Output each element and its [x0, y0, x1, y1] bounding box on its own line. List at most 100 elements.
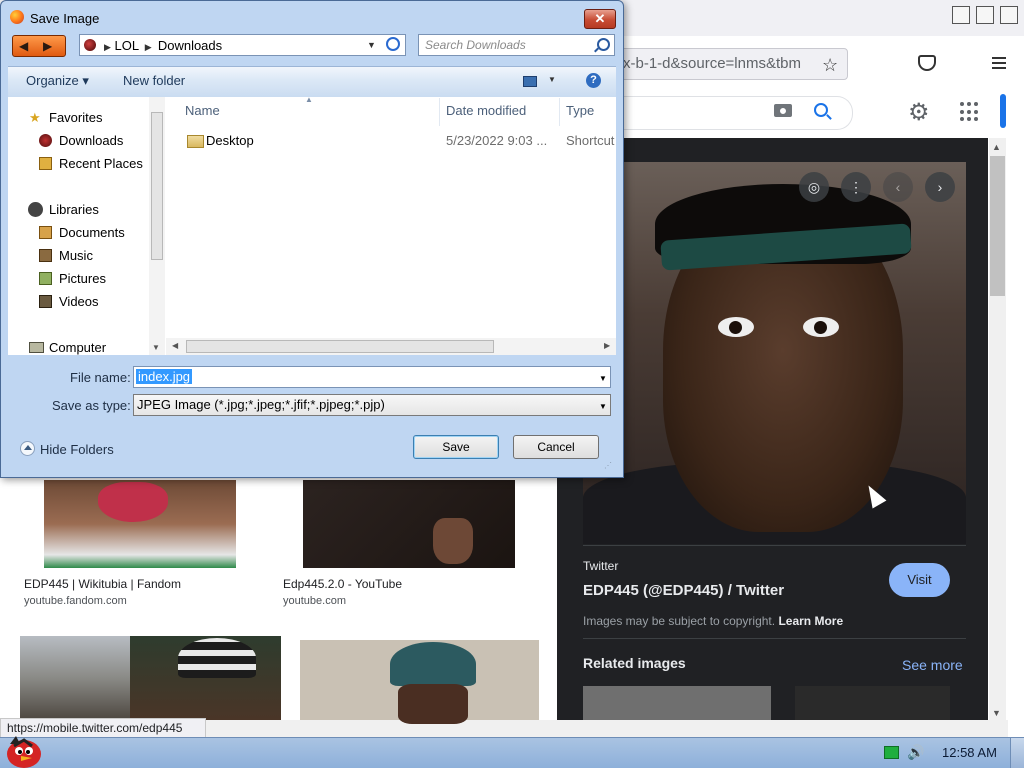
url-bar[interactable]: x-b-1-d&source=lnms&tbm — [610, 48, 848, 80]
breadcrumb-item[interactable]: LOL — [115, 38, 139, 53]
file-date: 5/23/2022 9:03 ... — [446, 133, 548, 148]
source-label: Twitter — [583, 559, 619, 573]
save-as-type-value: JPEG Image (*.jpg;*.jpeg;*.jfif;*.pjpeg;… — [137, 397, 385, 412]
result-thumbnail[interactable] — [130, 636, 281, 720]
learn-more-link[interactable]: Learn More — [778, 614, 843, 628]
close-window-button[interactable] — [1000, 6, 1018, 24]
related-image[interactable] — [583, 686, 771, 720]
nav-computer[interactable]: Computer — [49, 340, 106, 355]
nav-libraries[interactable]: Libraries — [49, 202, 99, 217]
hide-folders-icon[interactable] — [20, 441, 35, 456]
visit-button[interactable]: Visit — [889, 563, 950, 597]
address-dropdown-icon[interactable]: ▼ — [367, 40, 376, 50]
show-desktop-button[interactable] — [1010, 738, 1024, 768]
save-as-type-dropdown-icon[interactable]: ▼ — [599, 402, 607, 411]
result-source: youtube.fandom.com — [24, 595, 127, 607]
new-folder-button[interactable]: New folder — [123, 73, 185, 88]
related-images-heading: Related images — [583, 655, 686, 671]
breadcrumb[interactable]: ▶ LOL ▶ Downloads — [104, 38, 222, 53]
file-name-dropdown-icon[interactable]: ▼ — [599, 374, 607, 383]
bookmark-star-icon[interactable]: ☆ — [822, 55, 838, 76]
dialog-close-button[interactable]: ✕ — [584, 9, 616, 29]
column-type[interactable]: Type — [566, 103, 594, 118]
nav-favorites[interactable]: Favorites — [49, 110, 102, 125]
nav-music[interactable]: Music — [59, 248, 93, 263]
computer-icon — [29, 342, 44, 353]
help-icon[interactable]: ? — [586, 73, 601, 88]
column-name[interactable]: Name — [185, 103, 220, 118]
search-icon[interactable] — [814, 103, 828, 117]
search-placeholder: Search Downloads — [425, 38, 526, 52]
file-list-hscroll-thumb[interactable] — [186, 340, 494, 353]
file-name-input[interactable] — [133, 366, 611, 388]
apps-grid-icon[interactable] — [960, 102, 980, 122]
start-button-icon[interactable] — [2, 734, 46, 768]
sort-arrow-icon: ▲ — [305, 95, 313, 104]
nav-documents[interactable]: Documents — [59, 225, 125, 240]
file-name[interactable]: Desktop — [206, 133, 254, 148]
organize-menu[interactable]: Organize ▾ — [26, 73, 89, 89]
file-type: Shortcut — [566, 133, 615, 148]
cancel-button[interactable]: Cancel — [513, 435, 599, 459]
recent-places-icon — [39, 157, 52, 170]
column-date-modified[interactable]: Date modified — [446, 103, 526, 118]
result-thumbnail[interactable] — [303, 480, 515, 568]
save-button[interactable]: Save — [413, 435, 499, 459]
pocket-icon[interactable] — [918, 55, 936, 71]
scroll-left-icon[interactable]: ◀ — [172, 341, 178, 350]
prev-arrow-icon[interactable]: ‹ — [883, 172, 913, 202]
scrollbar-thumb[interactable] — [990, 156, 1005, 296]
network-icon[interactable] — [884, 746, 899, 759]
scroll-right-icon[interactable]: ▶ — [604, 341, 610, 350]
column-divider[interactable] — [559, 98, 560, 126]
result-thumbnail[interactable] — [20, 636, 130, 720]
sign-in-button-edge[interactable] — [1000, 94, 1006, 128]
result-thumbnail[interactable] — [300, 640, 539, 724]
scroll-down-icon[interactable]: ▼ — [992, 708, 1001, 718]
column-divider[interactable] — [439, 98, 440, 126]
preview-image[interactable]: ◎ ⋮ ‹ › — [583, 162, 966, 544]
copyright-notice: Images may be subject to copyright. Lear… — [583, 614, 843, 628]
search-icon[interactable] — [597, 38, 610, 51]
hamburger-menu-icon[interactable] — [992, 57, 1006, 72]
videos-icon — [39, 295, 52, 308]
next-arrow-icon[interactable]: › — [925, 172, 955, 202]
nav-pictures[interactable]: Pictures — [59, 271, 106, 286]
nav-recent-places[interactable]: Recent Places — [59, 156, 143, 171]
refresh-icon[interactable] — [386, 37, 400, 51]
minimize-button[interactable] — [952, 6, 970, 24]
result-title-link[interactable]: EDP445 (@EDP445) / Twitter — [583, 582, 784, 599]
hide-folders-button[interactable]: Hide Folders — [40, 442, 114, 457]
restore-button[interactable] — [976, 6, 994, 24]
result-title[interactable]: Edp445.2.0 - YouTube — [283, 577, 402, 591]
nav-downloads[interactable]: Downloads — [59, 133, 123, 148]
view-dropdown-icon[interactable]: ▼ — [548, 75, 556, 84]
more-options-icon[interactable]: ⋮ — [841, 172, 871, 202]
music-icon — [39, 249, 52, 262]
nav-videos[interactable]: Videos — [59, 294, 99, 309]
file-name-value[interactable]: index.jpg — [136, 369, 193, 384]
favorites-star-icon: ★ — [29, 110, 41, 125]
firefox-icon — [10, 10, 24, 24]
related-image[interactable] — [795, 686, 950, 720]
forward-arrow-icon[interactable]: ▶ — [43, 39, 52, 53]
folder-location-icon — [84, 39, 96, 51]
back-forward-buttons[interactable]: ◀ ▶ — [12, 35, 66, 57]
change-view-icon[interactable] — [523, 76, 537, 87]
see-more-link[interactable]: See more — [902, 657, 963, 673]
resize-grip-icon[interactable]: ⋰ — [604, 461, 612, 470]
nav-scroll-down-icon[interactable]: ▼ — [152, 343, 160, 352]
nav-scrollbar-thumb[interactable] — [151, 112, 163, 260]
breadcrumb-item[interactable]: Downloads — [158, 38, 222, 53]
settings-gear-icon[interactable]: ⚙ — [908, 98, 930, 127]
result-thumbnail[interactable] — [44, 480, 236, 568]
lens-icon[interactable]: ◎ — [799, 172, 829, 202]
camera-search-icon[interactable] — [774, 104, 792, 117]
shortcut-folder-icon — [187, 135, 204, 148]
volume-icon[interactable]: 🔊 — [907, 744, 924, 761]
clock[interactable]: 12:58 AM — [942, 745, 997, 760]
result-title[interactable]: EDP445 | Wikitubia | Fandom — [24, 577, 181, 591]
scroll-up-icon[interactable]: ▲ — [992, 142, 1001, 152]
back-arrow-icon[interactable]: ◀ — [19, 39, 28, 53]
save-as-type-label: Save as type: — [52, 398, 131, 413]
